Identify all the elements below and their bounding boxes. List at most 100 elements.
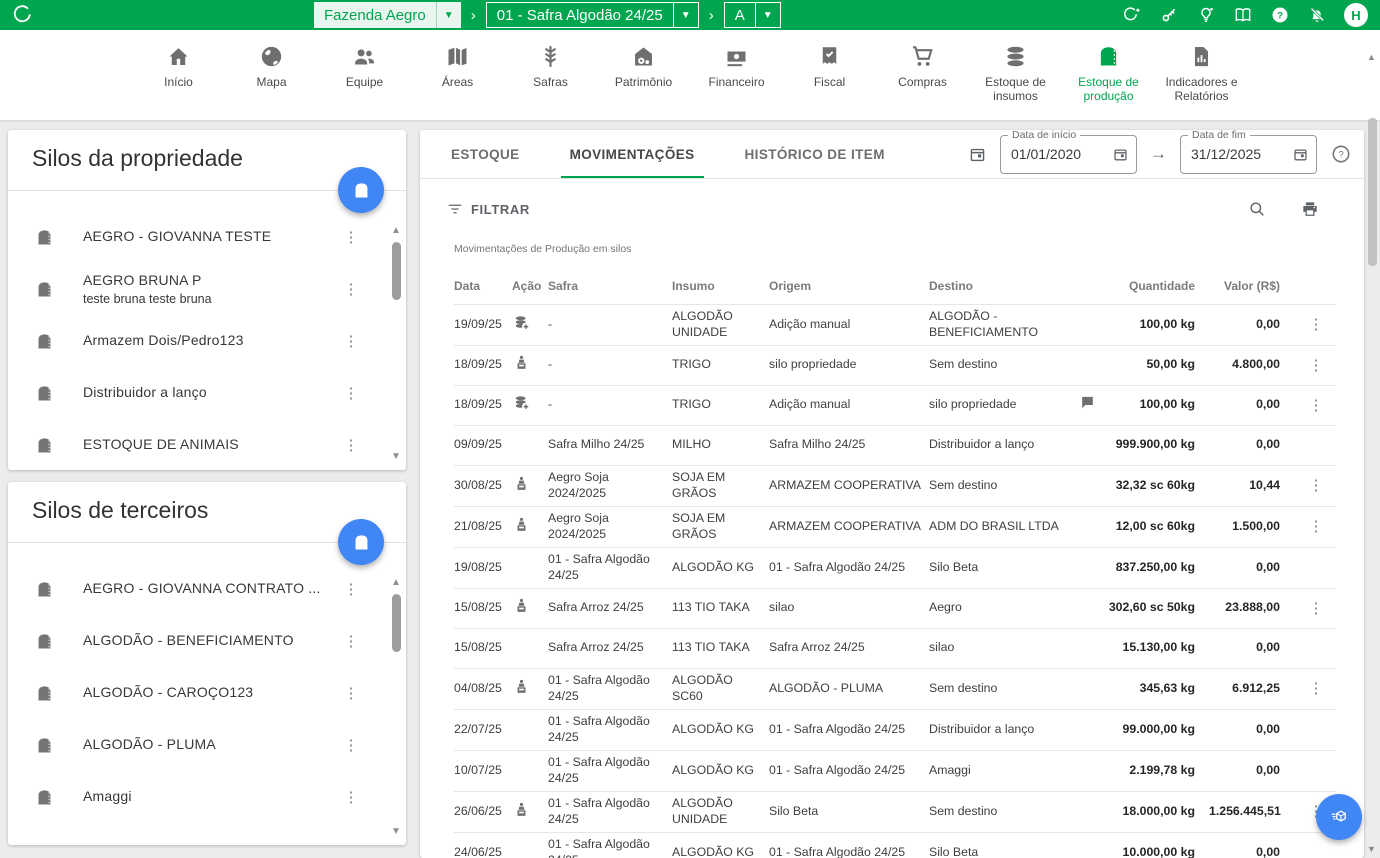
silo-list-item[interactable]: Armazem Dois/Pedro123⋮ [8, 315, 406, 367]
harvest-selector[interactable]: 01 - Safra Algodão 24/25 ▼ [486, 2, 699, 28]
help-icon[interactable]: ? [1270, 5, 1290, 25]
silo-icon [34, 683, 55, 704]
cell-destino: ALGODÃO - BENEFICIAMENTO [929, 309, 1079, 341]
cell-valor: 1.500,00 [1209, 519, 1304, 535]
nav-item-mapa[interactable]: Mapa [232, 43, 312, 120]
silo-list-item[interactable]: ALGODÃO - CAROÇO123 ⋮ [8, 667, 406, 719]
chevron-down-icon[interactable]: ▼ [436, 2, 461, 28]
nav-item-compras[interactable]: Compras [883, 43, 963, 120]
silo-item-menu-button[interactable]: ⋮ [342, 580, 360, 598]
report-icon [1188, 43, 1215, 70]
date-end-field[interactable]: Data de fim 31/12/2025 [1180, 135, 1317, 174]
silo-item-menu-button[interactable]: ⋮ [342, 788, 360, 806]
help-outline-icon[interactable]: ? [1330, 143, 1352, 165]
comment-icon[interactable] [1079, 400, 1096, 414]
row-menu-button[interactable]: ⋮ [1309, 518, 1324, 535]
nav-item-financeiro[interactable]: Financeiro [697, 43, 777, 120]
row-menu-button[interactable]: ⋮ [1309, 477, 1324, 494]
scroll-up-icon[interactable]: ▲ [1367, 52, 1376, 62]
row-menu-button[interactable]: ⋮ [1309, 316, 1324, 333]
nav-item-estoque-insumos[interactable]: Estoque de insumos [976, 43, 1056, 120]
silo-name: ALGODÃO - CAROÇO123 [83, 684, 253, 700]
silo-item-menu-button[interactable]: ⋮ [342, 228, 360, 246]
chevron-down-icon[interactable]: ▼ [755, 3, 780, 27]
key-icon[interactable] [1159, 5, 1179, 25]
nav-item-safras[interactable]: Safras [511, 43, 591, 120]
filter-button[interactable]: FILTRAR [446, 200, 530, 218]
table-row: 30/08/25Aegro Soja 2024/2025SOJA EM GRÃO… [454, 466, 1336, 507]
nav-item-inicio[interactable]: Início [139, 43, 219, 120]
row-menu-button[interactable]: ⋮ [1309, 680, 1324, 697]
silo-name: ESTOQUE DE ANIMAIS [83, 436, 239, 452]
date-end-value[interactable]: 31/12/2025 [1191, 146, 1292, 162]
nav-item-indicadores-relatorios[interactable]: Indicadores e Relatórios [1162, 43, 1242, 120]
tab-movimentacoes[interactable]: MOVIMENTAÇÕES [545, 130, 720, 178]
date-start-field[interactable]: Data de início 01/01/2020 [1000, 135, 1137, 174]
chevron-down-icon[interactable]: ▼ [673, 3, 698, 27]
filter-label: FILTRAR [471, 202, 530, 217]
scroll-up-icon[interactable]: ▲ [391, 577, 401, 588]
silo-list-item[interactable]: ESTOQUE DE ANIMAIS ⋮ [8, 419, 406, 470]
scrollbar-thumb[interactable] [1368, 118, 1377, 266]
silo-item-menu-button[interactable]: ⋮ [342, 384, 360, 402]
silo-list-item[interactable]: Distribuidor a lanço⋮ [8, 367, 406, 419]
nav-item-areas[interactable]: Áreas [418, 43, 498, 120]
date-start-value[interactable]: 01/01/2020 [1011, 146, 1112, 162]
svg-text:?: ? [1338, 150, 1343, 161]
cell-date: 15/08/25 [454, 640, 512, 656]
silo-item-menu-button[interactable]: ⋮ [342, 436, 360, 454]
add-property-silo-button[interactable] [338, 167, 384, 213]
add-third-party-silo-button[interactable] [338, 519, 384, 565]
silo-list-item[interactable]: AEGRO - GIOVANNA CONTRATO ...⋮ [8, 563, 406, 615]
scroll-down-icon[interactable]: ▼ [1367, 844, 1376, 854]
nav-item-fiscal[interactable]: Fiscal [790, 43, 870, 120]
scroll-down-icon[interactable]: ▼ [391, 451, 401, 462]
lightbulb-plus-icon[interactable] [1196, 5, 1216, 25]
plot-selector[interactable]: A ▼ [724, 2, 781, 28]
cell-insumo: ALGODÃO SC60 [672, 673, 769, 705]
tab-estoque[interactable]: ESTOQUE [426, 130, 545, 178]
calendar-icon[interactable] [968, 145, 987, 164]
silo-item-menu-button[interactable]: ⋮ [342, 684, 360, 702]
weighing-icon [512, 808, 531, 822]
print-icon[interactable] [1300, 199, 1320, 219]
row-menu-button[interactable]: ⋮ [1309, 357, 1324, 374]
knowledge-book-icon[interactable] [1233, 5, 1253, 25]
silo-list-item[interactable]: Amaggi⋮ [8, 771, 406, 823]
row-menu-button[interactable]: ⋮ [1309, 600, 1324, 617]
table-row: 19/08/2501 - Safra Algodão 24/25ALGODÃO … [454, 548, 1336, 589]
silo-item-menu-button[interactable]: ⋮ [342, 280, 360, 298]
referral-icon[interactable] [1122, 5, 1142, 25]
quick-actions-fab[interactable] [1316, 794, 1362, 840]
silo-list-item[interactable]: ALGODÃO - PLUMA⋮ [8, 719, 406, 771]
silo-item-menu-button[interactable]: ⋮ [342, 332, 360, 350]
calendar-icon[interactable] [1112, 146, 1129, 163]
tab-historico-de-item[interactable]: HISTÓRICO DE ITEM [720, 130, 910, 178]
nav-item-estoque-producao[interactable]: Estoque de produção [1069, 43, 1149, 120]
col-header-acao: Ação [512, 279, 548, 295]
scroll-up-icon[interactable]: ▲ [391, 225, 401, 236]
scrollbar-thumb[interactable] [392, 594, 401, 652]
col-header-insumo: Insumo [672, 279, 769, 295]
row-menu-button[interactable]: ⋮ [1309, 397, 1324, 414]
nav-item-patrimonio[interactable]: Patrimônio [604, 43, 684, 120]
silo-list-item[interactable]: ALGODÃO - BENEFICIAMENTO⋮ [8, 615, 406, 667]
cell-destino: Aegro [929, 600, 1079, 616]
silo-list-item[interactable]: AEGRO BRUNA Pteste bruna teste bruna⋮ [8, 263, 406, 315]
silo-item-menu-button[interactable]: ⋮ [342, 736, 360, 754]
scrollbar-thumb[interactable] [392, 242, 401, 300]
calendar-icon[interactable] [1292, 146, 1309, 163]
table-row: 24/06/2501 - Safra Algodão 24/25ALGODÃO … [454, 833, 1336, 858]
silo-list-item[interactable]: AEGRO - GIOVANNA TESTE⋮ [8, 211, 406, 263]
silo-icon [34, 331, 55, 352]
cell-insumo: ALGODÃO KG [672, 560, 769, 576]
silo-item-menu-button[interactable]: ⋮ [342, 632, 360, 650]
search-icon[interactable] [1247, 199, 1267, 219]
farm-selector[interactable]: Fazenda Aegro ▼ [314, 2, 461, 28]
avatar[interactable]: H [1344, 3, 1368, 27]
breadcrumb-separator: › [471, 7, 476, 24]
nav-item-equipe[interactable]: Equipe [325, 43, 405, 120]
scroll-down-icon[interactable]: ▼ [391, 826, 401, 837]
cell-quantidade: 2.199,78 kg [1103, 763, 1209, 779]
notifications-off-icon[interactable] [1307, 5, 1327, 25]
